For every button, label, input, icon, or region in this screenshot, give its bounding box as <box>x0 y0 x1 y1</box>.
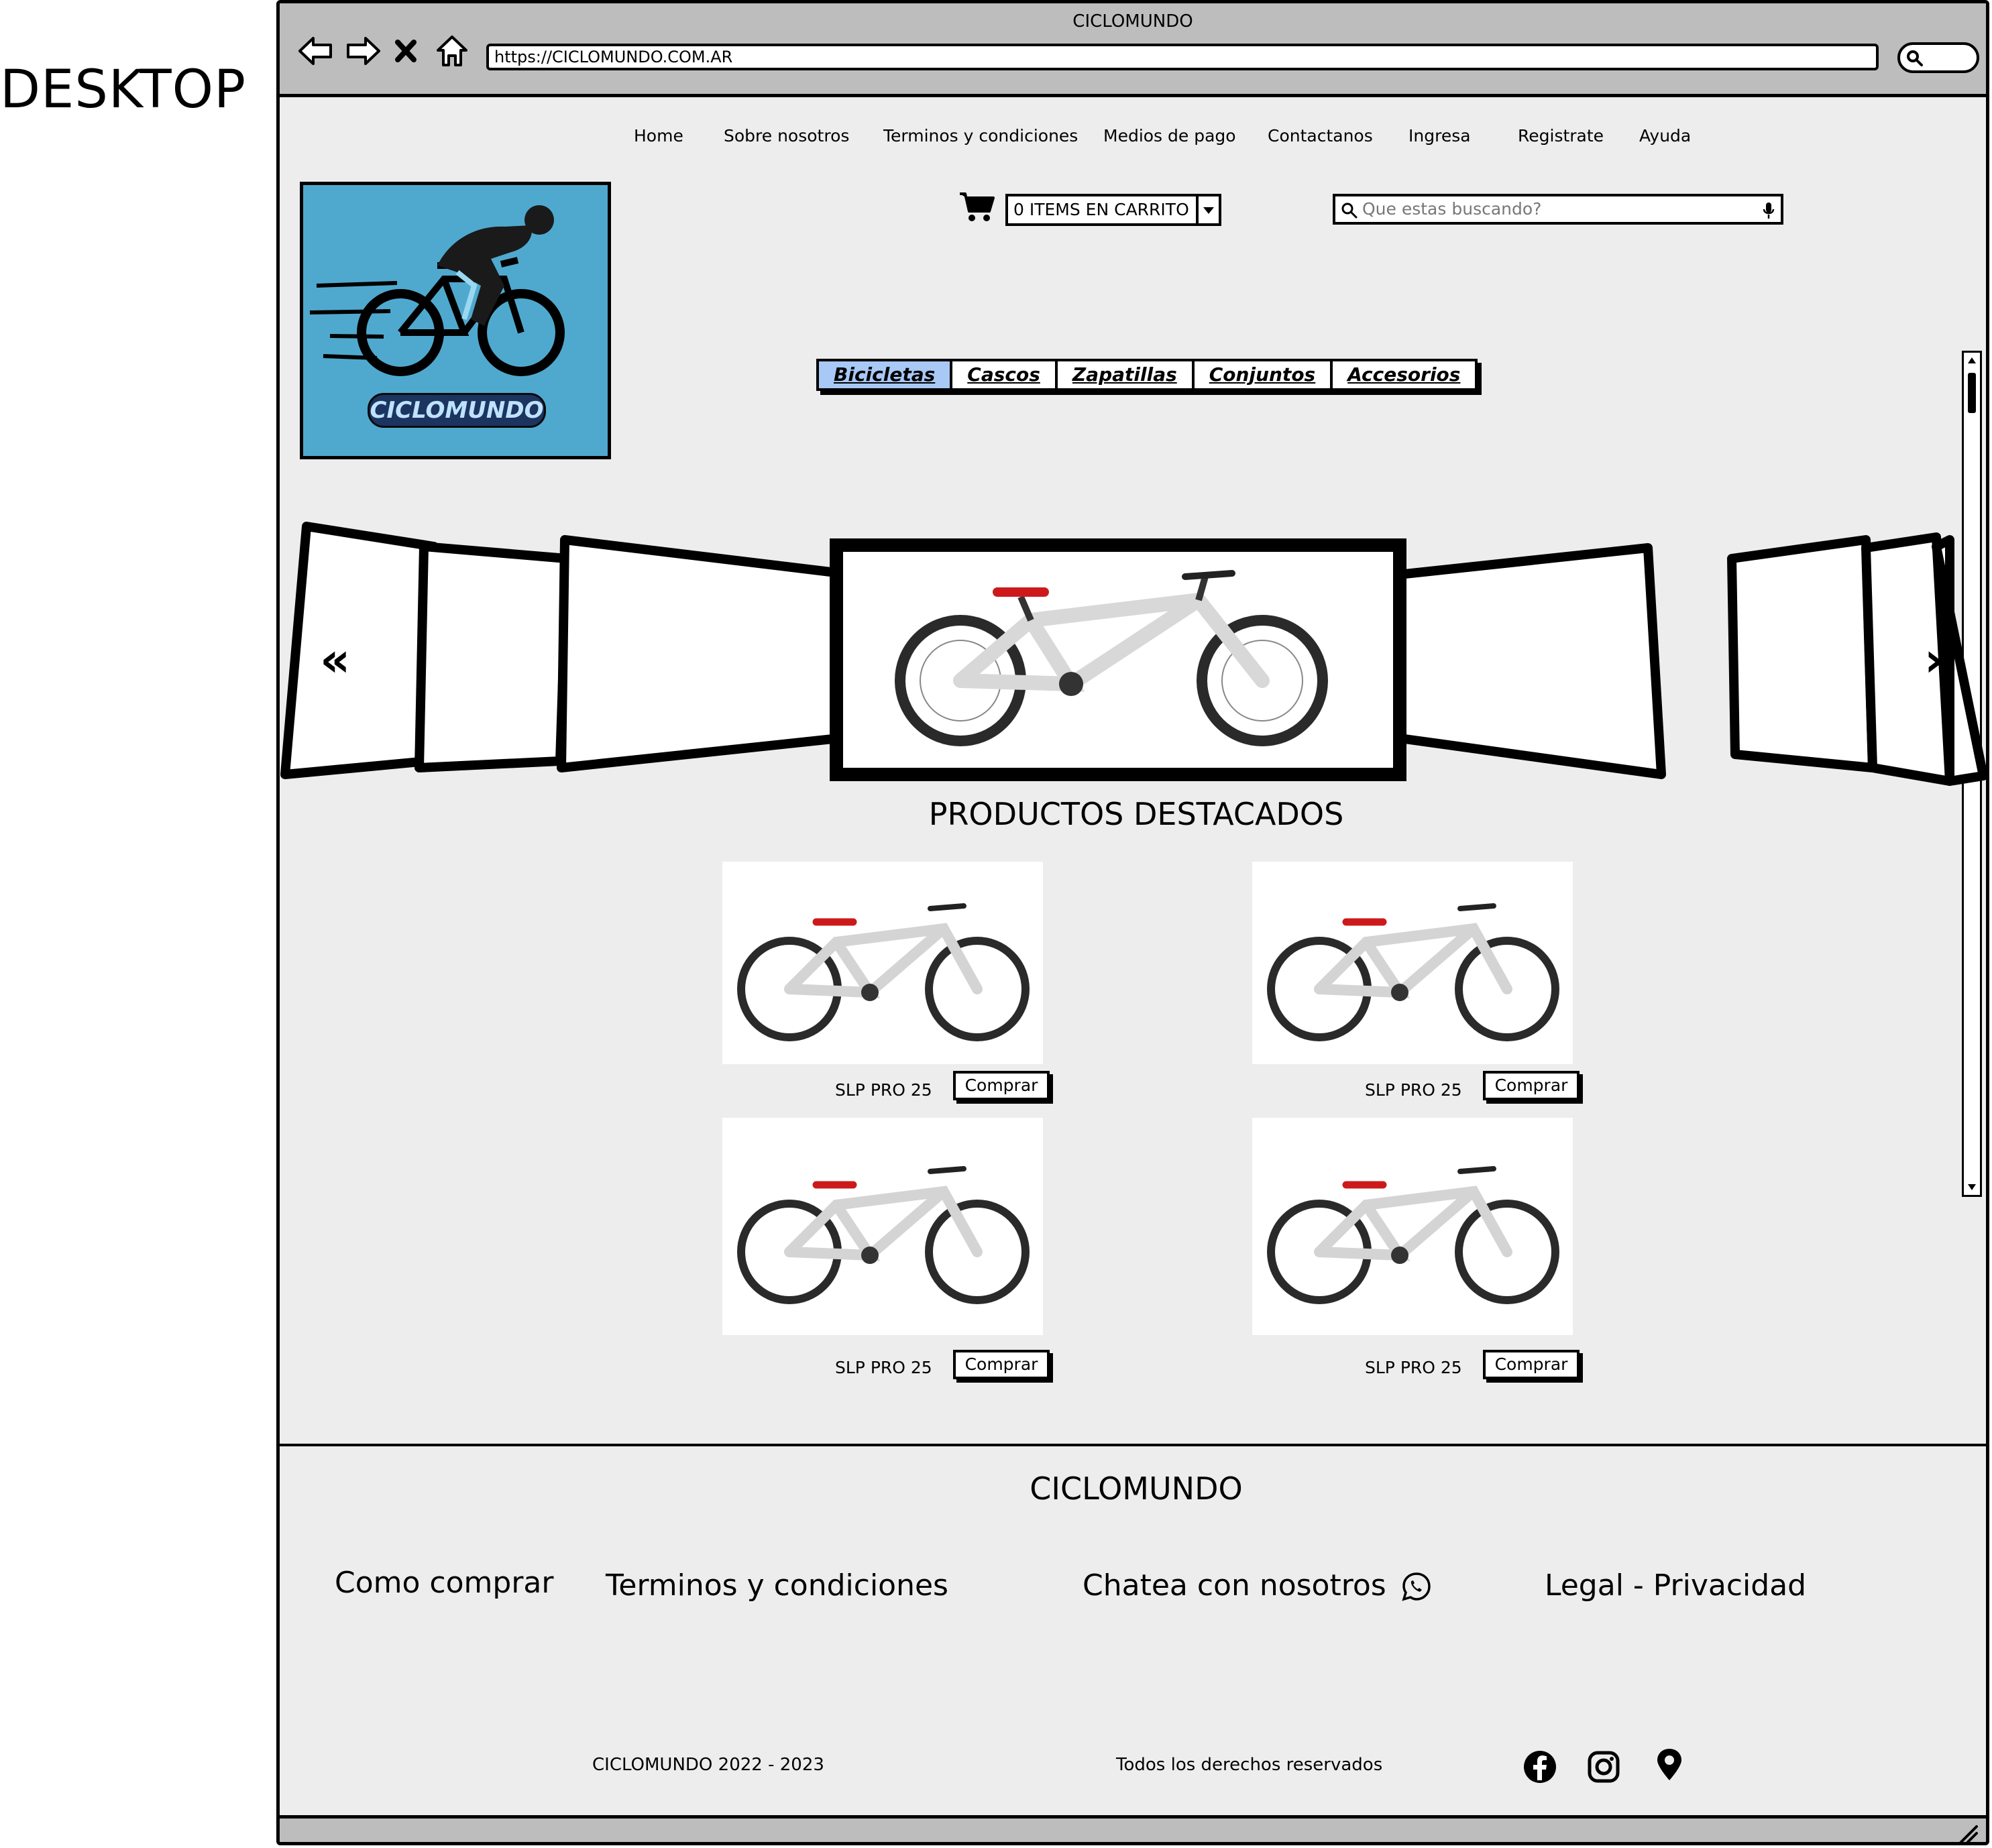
browser-window: CICLOMUNDO https://CICLOMUNDO.COM.AR Hom… <box>276 0 1989 1845</box>
footer-divider <box>280 1444 1986 1446</box>
footer-copyright: CICLOMUNDO 2022 - 2023 <box>592 1755 824 1775</box>
product-name: SLP PRO 25 <box>835 1080 932 1100</box>
product-image[interactable] <box>1252 862 1573 1064</box>
nav-ayuda[interactable]: Ayuda <box>1639 126 1691 146</box>
cart-dropdown[interactable]: 0 ITEMS EN CARRITO <box>1005 194 1221 226</box>
product-image[interactable] <box>722 862 1043 1064</box>
footer-link-legal[interactable]: Legal - Privacidad <box>1545 1568 1806 1603</box>
nav-contactanos[interactable]: Contactanos <box>1268 126 1373 146</box>
buy-button[interactable]: Comprar <box>1483 1071 1580 1100</box>
cart-icon[interactable] <box>958 191 995 223</box>
product-name: SLP PRO 25 <box>1365 1080 1462 1100</box>
browser-search-field[interactable] <box>1897 42 1979 73</box>
home-icon[interactable] <box>433 32 472 70</box>
footer-link-chat[interactable]: Chatea con nosotros <box>1083 1568 1386 1603</box>
search-input[interactable]: Que estas buscando? <box>1333 194 1783 225</box>
chevron-down-icon[interactable] <box>1196 196 1219 223</box>
tab-bicicletas[interactable]: Bicicletas <box>819 361 953 388</box>
back-icon[interactable] <box>296 32 335 70</box>
url-bar[interactable]: https://CICLOMUNDO.COM.AR <box>486 44 1879 70</box>
nav-home[interactable]: Home <box>634 126 683 146</box>
forward-icon[interactable] <box>344 32 383 70</box>
desktop-label: DESKTOP <box>0 60 247 120</box>
product-image[interactable] <box>722 1118 1043 1335</box>
category-tabs: Bicicletas Cascos Zapatillas Conjuntos A… <box>816 359 1478 391</box>
featured-title: PRODUCTOS DESTACADOS <box>928 796 1344 832</box>
bike-icon <box>1267 903 1559 1041</box>
microphone-icon[interactable] <box>1762 201 1775 220</box>
footer-rights: Todos los derechos reservados <box>1116 1755 1383 1775</box>
carousel-next-button[interactable]: » <box>1924 632 1954 687</box>
facebook-icon[interactable] <box>1523 1749 1557 1784</box>
browser-statusbar <box>280 1815 1986 1845</box>
footer-link-terminos[interactable]: Terminos y condiciones <box>606 1568 948 1603</box>
scroll-thumb[interactable] <box>1968 373 1976 413</box>
logo-text: CICLOMUNDO <box>368 393 546 428</box>
whatsapp-icon[interactable] <box>1401 1571 1432 1602</box>
nav-registrate[interactable]: Registrate <box>1518 126 1604 146</box>
logo[interactable]: CICLOMUNDO <box>300 182 611 459</box>
nav-ingresa[interactable]: Ingresa <box>1408 126 1471 146</box>
bike-icon <box>737 1166 1030 1304</box>
scroll-down-icon[interactable] <box>1965 1181 1979 1194</box>
nav-medios-de-pago[interactable]: Medios de pago <box>1103 126 1236 146</box>
product-name: SLP PRO 25 <box>835 1358 932 1377</box>
location-pin-icon[interactable] <box>1652 1747 1687 1782</box>
footer-link-como-comprar[interactable]: Como comprar <box>335 1566 553 1600</box>
resize-handle-icon[interactable] <box>1956 1823 1979 1845</box>
tab-cascos[interactable]: Cascos <box>952 361 1058 388</box>
product-image[interactable] <box>1252 1118 1573 1335</box>
carousel-prev-button[interactable]: « <box>320 632 350 687</box>
search-icon <box>1341 203 1358 219</box>
browser-titlebar: CICLOMUNDO https://CICLOMUNDO.COM.AR <box>280 3 1986 97</box>
window-title: CICLOMUNDO <box>1072 11 1193 32</box>
tab-conjuntos[interactable]: Conjuntos <box>1194 361 1333 388</box>
instagram-icon[interactable] <box>1586 1749 1621 1784</box>
carousel-frames <box>280 522 1986 786</box>
cart-label: 0 ITEMS EN CARRITO <box>1013 200 1189 219</box>
search-placeholder: Que estas buscando? <box>1362 199 1542 219</box>
nav-terminos[interactable]: Terminos y condiciones <box>883 126 1078 146</box>
bike-icon <box>737 903 1030 1041</box>
bike-icon <box>1267 1166 1559 1304</box>
product-name: SLP PRO 25 <box>1365 1358 1462 1377</box>
footer-title: CICLOMUNDO <box>1030 1470 1243 1507</box>
buy-button[interactable]: Comprar <box>953 1071 1050 1100</box>
tab-accesorios[interactable]: Accesorios <box>1333 361 1476 388</box>
image-carousel[interactable]: « » <box>280 513 1986 795</box>
tab-zapatillas[interactable]: Zapatillas <box>1057 361 1195 388</box>
scroll-up-icon[interactable] <box>1965 354 1979 366</box>
close-icon[interactable] <box>392 32 419 70</box>
buy-button[interactable]: Comprar <box>1483 1350 1580 1379</box>
nav-sobre-nosotros[interactable]: Sobre nosotros <box>724 126 849 146</box>
buy-button[interactable]: Comprar <box>953 1350 1050 1379</box>
search-icon <box>1907 50 1923 66</box>
